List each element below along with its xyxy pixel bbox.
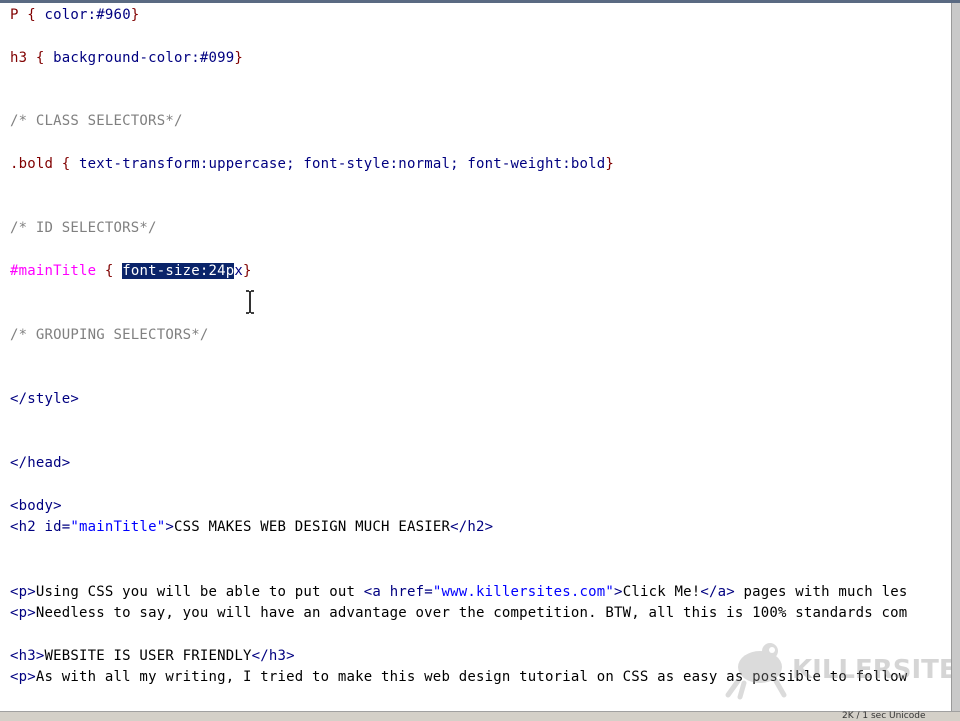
css-declaration: color:#960 [44,7,131,23]
code-line-p2[interactable]: <p>Needless to say, you will have an adv… [10,603,907,623]
i-beam-cursor-icon [244,290,256,314]
html-text: Using CSS you will be able to put out [35,584,364,600]
html-text: Needless to say, you will have an advant… [35,605,908,621]
css-brace-close: } [243,263,252,279]
css-declaration: background-color:#099 [53,50,235,66]
css-selector: h3 [10,50,28,66]
code-line-bold-rule[interactable]: .bold { text-transform:uppercase; font-s… [10,154,614,174]
html-text: WEBSITE IS USER FRIENDLY [44,648,252,664]
html-attr-name: id= [44,519,71,535]
html-text: CSS MAKES WEB DESIGN MUCH EASIER [173,519,451,535]
vertical-scrollbar[interactable] [951,3,960,711]
css-brace-close: } [130,7,140,23]
html-tag-close: </h3> [251,648,295,664]
html-attr-value: "mainTitle" [70,519,166,535]
code-line-p-rule[interactable]: P { color:#960} [10,5,139,25]
html-attr-name: href= [389,584,433,600]
code-line-body-open[interactable]: <body> [10,496,62,516]
css-brace-open: { [18,7,45,23]
code-comment-id-selectors[interactable]: /* ID SELECTORS*/ [10,218,157,238]
frog-logo-icon [725,643,787,700]
css-declaration-rest: x [234,263,244,279]
css-declaration: text-transform:uppercase; font-style:nor… [79,156,606,172]
code-line-h3[interactable]: <h3>WEBSITE IS USER FRIENDLY</h3> [10,646,295,666]
html-link-text: Click Me! [622,584,701,600]
code-comment-class-selectors[interactable]: /* CLASS SELECTORS*/ [10,111,183,131]
css-brace-close: } [605,156,615,172]
code-line-head-close[interactable]: </head> [10,453,70,473]
html-a-open: <a [363,584,390,600]
html-text: pages with much les [734,584,908,600]
css-selector: P [10,7,19,23]
html-a-close: </a> [700,584,735,600]
css-brace-open: { [53,156,80,172]
text-selection[interactable]: font-size:24p [122,263,235,279]
code-editor[interactable]: P { color:#960} h3 { background-color:#0… [0,3,952,711]
code-comment-grouping-selectors[interactable]: /* GROUPING SELECTORS*/ [10,325,208,345]
watermark-text: KILLERSITES.CO [792,655,952,685]
code-line-style-close[interactable]: </style> [10,389,79,409]
code-line-h3-rule[interactable]: h3 { background-color:#099} [10,48,243,68]
code-line-p1[interactable]: <p>Using CSS you will be able to put out… [10,582,907,602]
html-tag-open: <p> [10,584,36,600]
html-tag-gt: > [165,519,174,535]
code-line-h2[interactable]: <h2 id="mainTitle">CSS MAKES WEB DESIGN … [10,517,493,537]
killersites-watermark: KILLERSITES.CO [722,631,952,705]
html-tag-gt: > [614,584,623,600]
html-tag-close: </h2> [450,519,494,535]
html-tag-open: <h3> [10,648,45,664]
css-brace-open: { [96,263,123,279]
html-tag-open: <h2 [10,519,45,535]
html-tag-open: <p> [10,669,36,685]
html-attr-value: "www.killersites.com" [432,584,615,600]
css-brace-close: } [234,50,243,66]
html-tag-open: <p> [10,605,36,621]
css-brace-open: { [27,50,54,66]
css-selector: .bold [10,156,54,172]
css-id-selector: #mainTitle [10,263,97,279]
code-line-id-rule[interactable]: #mainTitle { font-size:24px} [10,261,252,281]
